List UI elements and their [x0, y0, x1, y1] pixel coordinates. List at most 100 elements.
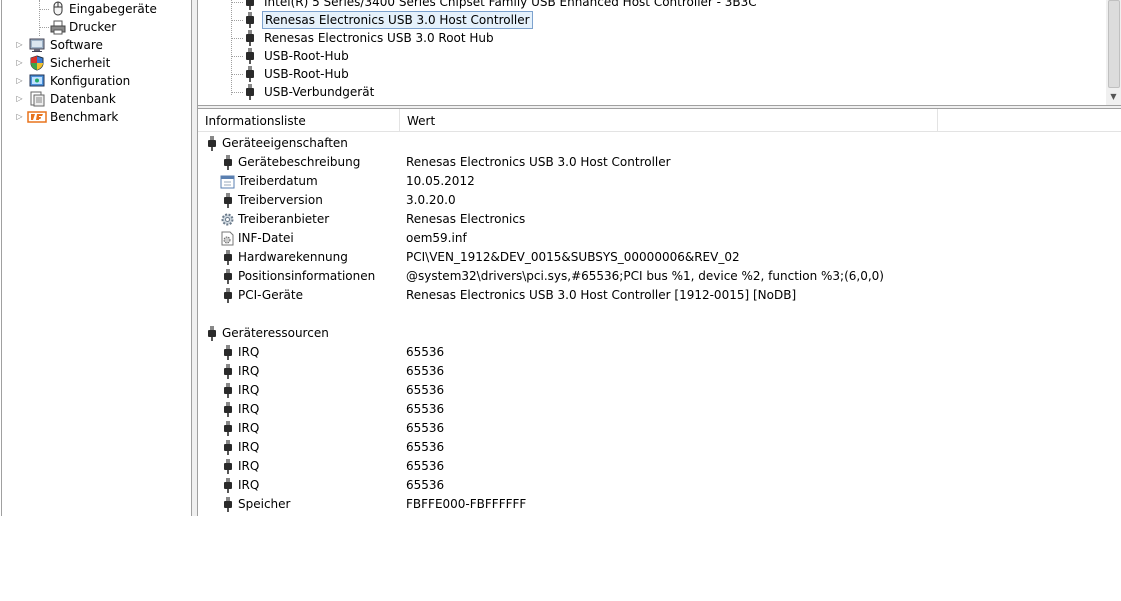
- usb-plug-icon: [222, 193, 236, 208]
- gear-icon: [220, 212, 234, 227]
- table-row[interactable]: INF-Datei oem59.inf: [198, 229, 1121, 248]
- usb-plug-icon: [222, 478, 236, 493]
- vertical-splitter[interactable]: [191, 0, 198, 516]
- tree-connector: [231, 56, 243, 57]
- table-row[interactable]: Speicher FBFFE000-FBFFFFFF: [198, 495, 1121, 514]
- table-row[interactable]: IRQ 65536: [198, 457, 1121, 476]
- nav-item-drucker[interactable]: Drucker: [0, 18, 190, 36]
- table-row[interactable]: IRQ 65536: [198, 438, 1121, 457]
- file-gear-icon: [220, 231, 234, 246]
- row-value: 65536: [406, 383, 445, 397]
- nav-item-sicherheit[interactable]: ▷ Sicherheit: [0, 54, 190, 72]
- column-header-informationsliste[interactable]: Informationsliste: [198, 109, 400, 131]
- usb-plug-icon: [222, 345, 236, 360]
- printer-icon: [50, 19, 66, 35]
- table-row[interactable]: Treiberanbieter Renesas Electronics: [198, 210, 1121, 229]
- column-header-wert[interactable]: Wert: [400, 109, 938, 131]
- nav-item-label: Software: [50, 38, 103, 52]
- nav-item-konfiguration[interactable]: ▷ Konfiguration: [0, 72, 190, 90]
- row-value: @system32\drivers\pci.sys,#65536;PCI bus…: [406, 269, 884, 283]
- nav-item-label: Konfiguration: [50, 74, 131, 88]
- row-key: IRQ: [238, 478, 260, 492]
- row-value: oem59.inf: [406, 231, 467, 245]
- device-label: USB-Root-Hub: [264, 49, 349, 63]
- expand-arrow-icon[interactable]: ▷: [15, 90, 24, 108]
- row-key: Gerätebeschreibung: [238, 155, 361, 169]
- row-value: Renesas Electronics USB 3.0 Host Control…: [406, 155, 671, 169]
- nav-item-software[interactable]: ▷ Software: [0, 36, 190, 54]
- device-label: Renesas Electronics USB 3.0 Host Control…: [262, 11, 533, 29]
- expand-arrow-icon[interactable]: ▷: [15, 54, 24, 72]
- usb-plug-icon: [222, 155, 236, 170]
- device-tree-scrollbar[interactable]: ▼: [1106, 0, 1121, 105]
- row-value: 65536: [406, 402, 445, 416]
- calendar-icon: [220, 174, 235, 189]
- nav-item-label: Sicherheit: [50, 56, 111, 70]
- expand-arrow-icon[interactable]: ▷: [15, 108, 24, 126]
- tree-connector: [231, 2, 243, 3]
- row-key: Treiberversion: [238, 193, 323, 207]
- row-value: 3.0.20.0: [406, 193, 456, 207]
- scroll-down-arrow-icon[interactable]: ▼: [1106, 91, 1121, 103]
- usb-plug-icon: [222, 497, 236, 512]
- expand-arrow-icon[interactable]: ▷: [15, 72, 24, 90]
- section-title: Geräteeigenschaften: [222, 136, 348, 150]
- row-key: Positionsinformationen: [238, 269, 376, 283]
- right-pane: Intel(R) 5 Series/3400 Series Chipset Fa…: [198, 0, 1121, 516]
- device-label: USB-Verbundgerät: [264, 85, 375, 99]
- security-shield-icon: [29, 55, 45, 71]
- table-row[interactable]: Gerätebeschreibung Renesas Electronics U…: [198, 153, 1121, 172]
- row-key: Treiberdatum: [238, 174, 318, 188]
- table-row[interactable]: IRQ 65536: [198, 419, 1121, 438]
- scrollbar-thumb[interactable]: [1108, 0, 1120, 88]
- nav-item-eingabegeraete[interactable]: Eingabegeräte: [0, 0, 190, 18]
- blank-area: [0, 516, 1121, 601]
- row-key: Treiberanbieter: [238, 212, 330, 226]
- table-row[interactable]: IRQ 65536: [198, 476, 1121, 495]
- table-row[interactable]: PCI-Geräte Renesas Electronics USB 3.0 H…: [198, 286, 1121, 305]
- mouse-icon: [50, 1, 66, 17]
- table-row[interactable]: IRQ 65536: [198, 343, 1121, 362]
- device-tree[interactable]: Intel(R) 5 Series/3400 Series Chipset Fa…: [198, 0, 1121, 105]
- row-key: IRQ: [238, 402, 260, 416]
- tree-connector: [231, 38, 243, 39]
- expand-arrow-icon[interactable]: ▷: [15, 36, 24, 54]
- nav-item-datenbank[interactable]: ▷ Datenbank: [0, 90, 190, 108]
- usb-plug-icon: [206, 326, 220, 341]
- row-key: Hardwarekennung: [238, 250, 348, 264]
- nav-item-benchmark[interactable]: ▷ Benchmark: [0, 108, 190, 126]
- usb-plug-icon: [222, 421, 236, 436]
- row-key: IRQ: [238, 383, 260, 397]
- section-header-geraeteressourcen[interactable]: Geräteressourcen: [198, 324, 1121, 343]
- tree-connector: [231, 92, 243, 93]
- nav-item-label: Drucker: [69, 20, 117, 34]
- usb-plug-icon: [222, 364, 236, 379]
- table-row[interactable]: Treiberversion 3.0.20.0: [198, 191, 1121, 210]
- navigation-tree[interactable]: Eingabegeräte Drucker ▷ Software ▷ Siche…: [0, 0, 191, 516]
- tree-connector: [231, 74, 243, 75]
- info-list-panel: Informationsliste Wert Geräteeigenschaft…: [198, 109, 1121, 516]
- row-key: PCI-Geräte: [238, 288, 303, 302]
- section-header-geraeteeigenschaften[interactable]: Geräteeigenschaften: [198, 134, 1121, 153]
- row-key: IRQ: [238, 345, 260, 359]
- section-title: Geräteressourcen: [222, 326, 329, 340]
- row-value: Renesas Electronics: [406, 212, 526, 226]
- usb-plug-icon: [222, 288, 236, 303]
- usb-plug-icon: [206, 136, 220, 151]
- tree-connector: [231, 20, 243, 21]
- table-row[interactable]: IRQ 65536: [198, 400, 1121, 419]
- device-label: Intel(R) 5 Series/3400 Series Chipset Fa…: [264, 0, 757, 9]
- table-row[interactable]: Hardwarekennung PCI\VEN_1912&DEV_0015&SU…: [198, 248, 1121, 267]
- row-key: Speicher: [238, 497, 291, 511]
- usb-plug-icon: [222, 250, 236, 265]
- table-row[interactable]: IRQ 65536: [198, 381, 1121, 400]
- table-row[interactable]: Positionsinformationen @system32\drivers…: [198, 267, 1121, 286]
- row-key: IRQ: [238, 364, 260, 378]
- usb-plug-icon: [222, 269, 236, 284]
- row-value: 65536: [406, 459, 445, 473]
- usb-plug-icon: [222, 440, 236, 455]
- row-value: 65536: [406, 345, 445, 359]
- table-row[interactable]: IRQ 65536: [198, 362, 1121, 381]
- benchmark-icon: [27, 109, 47, 125]
- table-row[interactable]: Treiberdatum 10.05.2012: [198, 172, 1121, 191]
